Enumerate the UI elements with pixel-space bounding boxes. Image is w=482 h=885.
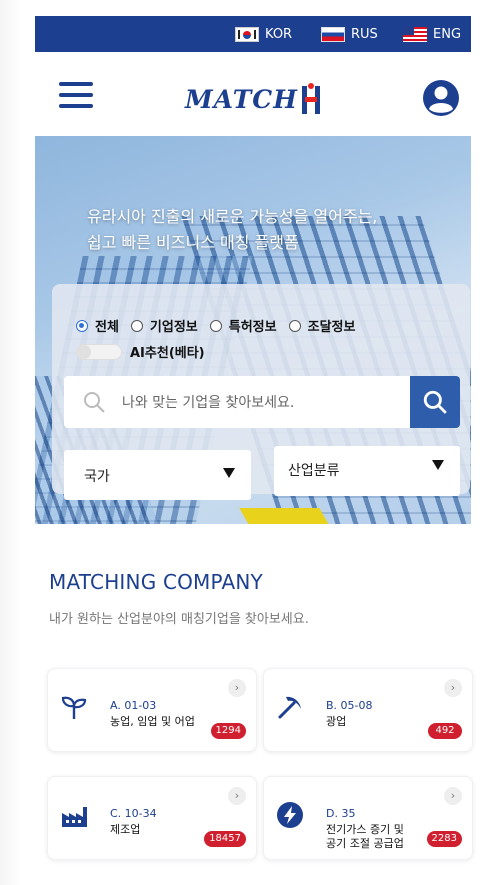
hero-banner: 유라시아 진출의 새로운 가능성을 열어주는, 쉽고 빠른 비즈니스 매칭 플랫… — [35, 136, 471, 524]
radio-all[interactable]: 전체 — [76, 316, 119, 335]
category-name-line-2: 공기 조절 공급업 — [326, 837, 404, 850]
industry-select[interactable]: 산업분류 — [274, 446, 460, 496]
language-rus[interactable]: RUS — [321, 25, 378, 43]
dropdown-arrow-icon — [223, 468, 235, 478]
category-card-agriculture[interactable]: A. 01-03 농업, 임업 및 어업 › 1294 — [47, 668, 257, 752]
count-badge: 2283 — [426, 831, 462, 847]
hamburger-menu-icon[interactable] — [59, 82, 93, 108]
count-badge: 492 — [428, 723, 462, 739]
language-eng-label: ENG — [433, 26, 462, 42]
logo-text: MATCH — [185, 84, 298, 114]
ai-recommend-row: AI추천(베타) — [76, 342, 205, 361]
category-code: A. 01-03 — [110, 699, 157, 712]
radio-patent-info-label: 특허정보 — [228, 320, 277, 335]
search-input[interactable] — [120, 376, 404, 428]
radio-procurement-info[interactable]: 조달정보 — [288, 316, 356, 335]
category-code: B. 05-08 — [326, 699, 373, 712]
search-icon — [84, 392, 105, 413]
search-box — [64, 376, 460, 428]
user-account-icon[interactable] — [422, 79, 460, 117]
app-header: MATCH — [35, 52, 471, 136]
russia-flag-icon — [321, 26, 345, 42]
category-name: 제조업 — [110, 823, 141, 836]
hero-line-1: 유라시아 진출의 새로운 가능성을 열어주는, — [87, 207, 378, 226]
usa-flag-icon — [403, 26, 427, 42]
radio-dot — [130, 319, 143, 332]
radio-dot — [288, 319, 301, 332]
count-badge: 18457 — [204, 831, 246, 847]
search-icon — [423, 390, 447, 414]
chevron-right-icon: › — [444, 787, 462, 805]
section-subtitle: 내가 원하는 산업분야의 매칭기업을 찾아보세요. — [49, 612, 309, 627]
radio-dot — [76, 319, 88, 332]
industry-select-label: 산업분류 — [288, 463, 340, 479]
category-name: 농업, 임업 및 어업 — [110, 715, 195, 728]
category-card-manufacturing[interactable]: C. 10-34 제조업 › 18457 — [47, 776, 257, 860]
search-type-radios: 전체 기업정보 특허정보 조달정보 — [76, 316, 367, 335]
category-name-line-1: 전기가스 증기 및 — [326, 823, 404, 836]
language-kor-label: KOR — [265, 26, 293, 42]
category-code: D. 35 — [326, 807, 356, 820]
lightning-icon — [277, 802, 303, 828]
category-card-electricity[interactable]: D. 35 전기가스 증기 및 공기 조절 공급업 › 2283 — [263, 776, 473, 860]
page-shadow — [0, 0, 22, 885]
section-title: MATCHING COMPANY — [49, 570, 263, 594]
factory-icon — [62, 807, 87, 827]
ai-recommend-label: AI추천(베타) — [130, 346, 205, 361]
korea-flag-icon — [235, 26, 259, 42]
search-panel: 전체 기업정보 특허정보 조달정보 AI추천(베타) 나와 맞는 기업을 찾아보… — [52, 284, 470, 500]
count-badge: 1294 — [210, 723, 246, 739]
country-select[interactable]: 국가 — [64, 450, 251, 500]
dropdown-arrow-icon — [432, 460, 444, 470]
radio-dot — [209, 319, 222, 332]
chevron-right-icon: › — [228, 679, 246, 697]
pickaxe-icon — [278, 696, 301, 719]
category-name: 전기가스 증기 및 공기 조절 공급업 — [326, 823, 404, 851]
country-select-label: 국가 — [84, 469, 110, 485]
logo[interactable]: MATCH — [185, 82, 322, 116]
language-bar: KOR RUS ENG — [35, 16, 471, 52]
radio-patent-info[interactable]: 특허정보 — [209, 316, 277, 335]
logo-h-mark-icon — [301, 83, 320, 114]
decoration — [239, 508, 331, 524]
radio-all-label: 전체 — [95, 320, 119, 335]
radio-company-info-label: 기업정보 — [149, 320, 198, 335]
ai-recommend-toggle[interactable] — [76, 343, 122, 360]
radio-company-info[interactable]: 기업정보 — [130, 316, 198, 335]
category-code: C. 10-34 — [110, 807, 157, 820]
language-eng[interactable]: ENG — [403, 25, 461, 43]
category-name: 광업 — [326, 715, 347, 728]
chevron-right-icon: › — [228, 787, 246, 805]
language-kor[interactable]: KOR — [235, 25, 292, 43]
mobile-frame: KOR RUS ENG MATCH 유라시아 진출의 새로운 가능성을 열어주는… — [35, 16, 473, 885]
radio-procurement-info-label: 조달정보 — [307, 320, 356, 335]
language-rus-label: RUS — [351, 26, 378, 42]
hero-headline: 유라시아 진출의 새로운 가능성을 열어주는, 쉽고 빠른 비즈니스 매칭 플랫… — [87, 204, 377, 256]
hero-line-2: 쉽고 빠른 비즈니스 매칭 플랫폼 — [87, 233, 299, 252]
sprout-icon — [61, 696, 87, 719]
category-card-mining[interactable]: B. 05-08 광업 › 492 — [263, 668, 473, 752]
search-button[interactable] — [410, 376, 460, 428]
chevron-right-icon: › — [444, 679, 462, 697]
